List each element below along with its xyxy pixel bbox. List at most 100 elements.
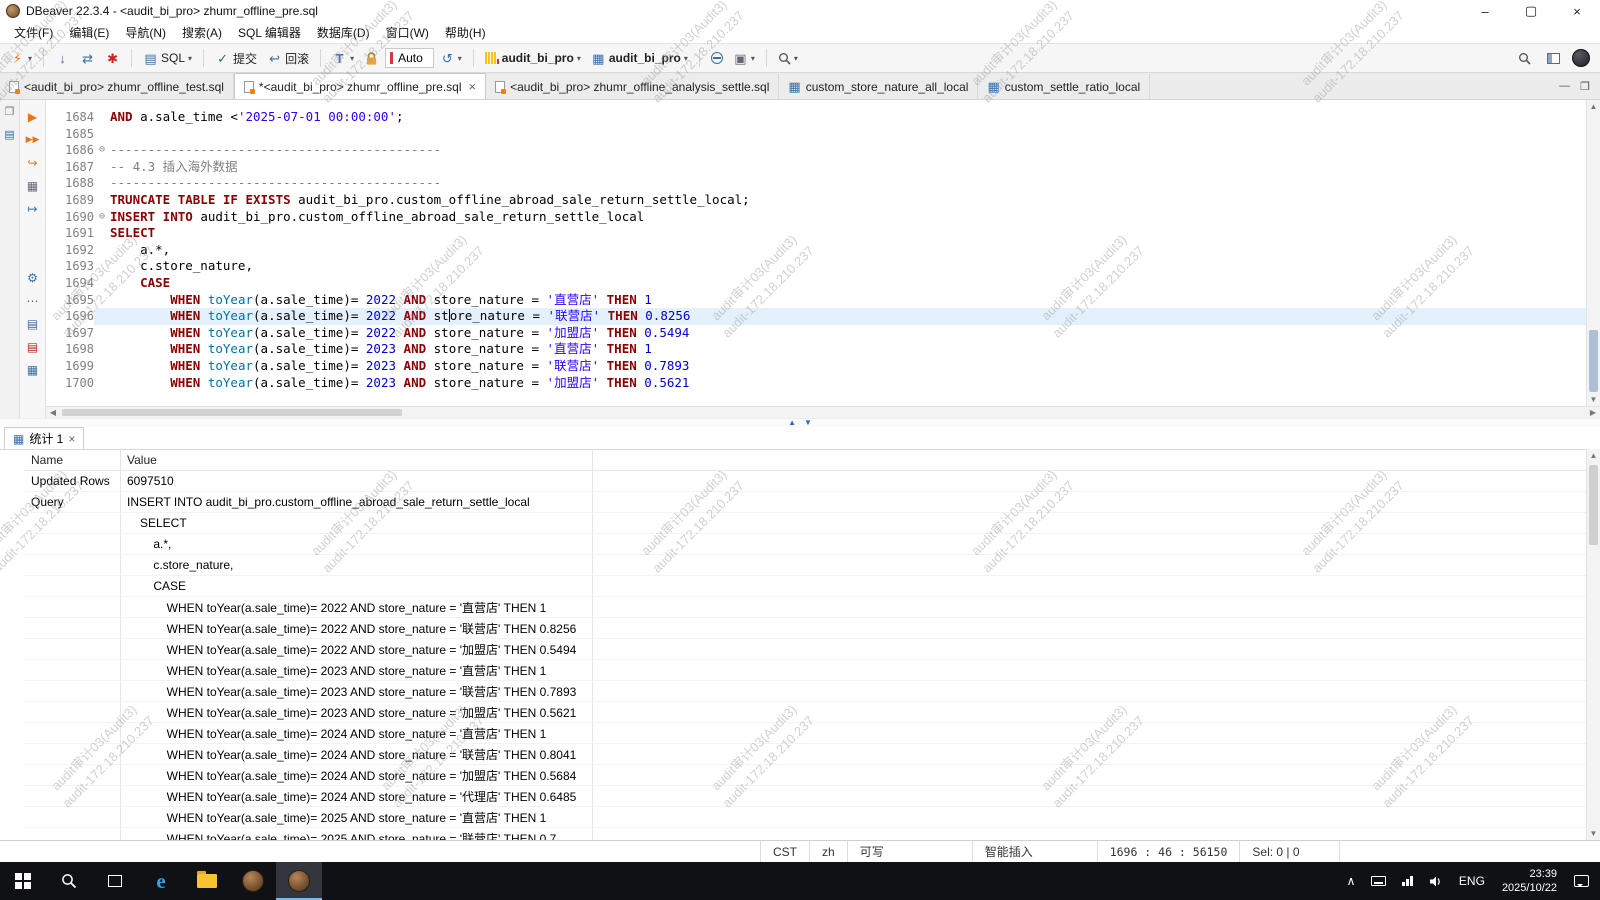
results-row[interactable]: WHEN toYear(a.sale_time)= 2024 AND store… [24, 744, 1600, 765]
minimize-view-icon[interactable]: — [1559, 80, 1570, 93]
input-mode-indicator[interactable]: 智能插入 [972, 841, 1097, 862]
volume-icon[interactable] [1422, 862, 1450, 900]
results-row[interactable]: WHEN toYear(a.sale_time)= 2022 AND store… [24, 618, 1600, 639]
restore-panel-icon[interactable]: ❐ [5, 105, 15, 118]
settings-gear-icon[interactable]: ⚙ [24, 269, 42, 286]
database-navigator-icon[interactable]: ▤ [4, 128, 14, 141]
transaction-log-button[interactable]: T ▾ [328, 46, 358, 70]
maximize-view-icon[interactable]: ❐ [1580, 80, 1590, 93]
sync-button[interactable]: ⇄ [76, 46, 99, 70]
input-language-indicator[interactable]: ENG [1452, 862, 1492, 900]
code-line[interactable]: 1690⊖INSERT INTO audit_bi_pro.custom_off… [46, 209, 1600, 226]
edge-button[interactable]: e [138, 862, 184, 900]
perspective-button[interactable] [1543, 46, 1564, 70]
fold-collapse-icon[interactable]: ⊖ [94, 142, 110, 159]
code-line[interactable]: 1689TRUNCATE TABLE IF EXISTS audit_bi_pr… [46, 192, 1600, 209]
download-button[interactable]: ↓ [51, 46, 74, 70]
close-button[interactable]: × [1554, 0, 1600, 22]
network-profile-button[interactable] [707, 46, 727, 70]
results-scroll-thumb[interactable] [1589, 465, 1598, 545]
quick-search-button[interactable] [1514, 46, 1535, 70]
lock-button[interactable] [360, 46, 383, 70]
execute-script-icon[interactable]: ▶▶ [24, 131, 42, 148]
code-line[interactable]: 1695 WHEN toYear(a.sale_time)= 2022 AND … [46, 292, 1600, 309]
selection-indicator[interactable]: Sel: 0 | 0 [1239, 841, 1339, 862]
results-row[interactable]: WHEN toYear(a.sale_time)= 2024 AND store… [24, 765, 1600, 786]
menu-item[interactable]: 搜索(A) [174, 22, 230, 43]
network-icon[interactable] [1395, 862, 1420, 900]
code-line[interactable]: 1686⊖-----------------------------------… [46, 142, 1600, 159]
code-line[interactable]: 1688------------------------------------… [46, 175, 1600, 192]
connection-selector[interactable]: audit_bi_pro ▾ [481, 46, 585, 70]
scroll-up-icon[interactable]: ▲ [1587, 449, 1600, 462]
unsaved-document-icon[interactable]: ▤ [24, 338, 42, 355]
app-pinned-button[interactable] [230, 862, 276, 900]
tab-close-icon[interactable]: × [469, 79, 477, 94]
write-mode-indicator[interactable]: 可写 [847, 841, 972, 862]
rollback-button[interactable]: ↩ 回滚 [263, 46, 313, 70]
transaction-mode-select[interactable]: Auto [385, 48, 434, 68]
sql-editor[interactable]: 1684AND a.sale_time <'2025-07-01 00:00:0… [46, 100, 1600, 418]
code-line[interactable]: 1700 WHEN toYear(a.sale_time)= 2023 AND … [46, 375, 1600, 392]
start-button[interactable] [0, 862, 46, 900]
code-line[interactable]: 1694 CASE [46, 275, 1600, 292]
editor-vertical-scrollbar[interactable]: ▲ ▼ [1586, 100, 1600, 406]
results-row[interactable]: SELECT [24, 513, 1600, 534]
taskbar-clock[interactable]: 23:39 2025/10/22 [1494, 867, 1565, 896]
script-document-icon[interactable]: ▤ [24, 315, 42, 332]
editor-horizontal-scrollbar[interactable]: ◀ ▶ [46, 406, 1600, 418]
profile-icon[interactable] [1572, 49, 1590, 67]
results-row[interactable]: WHEN toYear(a.sale_time)= 2024 AND store… [24, 786, 1600, 807]
code-line[interactable]: 1691SELECT [46, 225, 1600, 242]
results-row[interactable]: WHEN toYear(a.sale_time)= 2025 AND store… [24, 828, 1600, 840]
menu-item[interactable]: 文件(F) [6, 22, 61, 43]
locale-indicator[interactable]: zh [809, 841, 847, 862]
touch-keyboard-icon[interactable] [1364, 862, 1393, 900]
editor-tab[interactable]: ▦custom_settle_ratio_local [978, 74, 1150, 99]
sash-down-icon[interactable]: ▼ [804, 419, 812, 427]
sql-menu-button[interactable]: ▤ SQL ▾ [139, 46, 196, 70]
statistics-tab[interactable]: ▦ 统计 1 × [4, 427, 84, 449]
export-resultset-icon[interactable]: ↦ [24, 200, 42, 217]
search-menu-button[interactable]: ▾ [774, 46, 802, 70]
templates-document-icon[interactable]: ▦ [24, 361, 42, 378]
code-line[interactable]: 1692 a.*, [46, 242, 1600, 259]
editor-tab[interactable]: <audit_bi_pro> zhumr_offline_analysis_se… [486, 74, 779, 99]
results-row[interactable]: QueryINSERT INTO audit_bi_pro.custom_off… [24, 492, 1600, 513]
results-row[interactable]: WHEN toYear(a.sale_time)= 2023 AND store… [24, 660, 1600, 681]
tray-expand-icon[interactable]: ∧ [1340, 862, 1363, 900]
column-header-name[interactable]: Name [24, 450, 121, 470]
schema-selector[interactable]: ▦ audit_bi_pro ▾ [587, 46, 692, 70]
results-row[interactable]: WHEN toYear(a.sale_time)= 2024 AND store… [24, 723, 1600, 744]
editor-tab[interactable]: *<audit_bi_pro> zhumr_offline_pre.sql× [234, 73, 486, 99]
results-row[interactable]: WHEN toYear(a.sale_time)= 2025 AND store… [24, 807, 1600, 828]
maximize-button[interactable]: ▢ [1508, 0, 1554, 22]
results-row[interactable]: WHEN toYear(a.sale_time)= 2022 AND store… [24, 597, 1600, 618]
menu-item[interactable]: 编辑(E) [61, 22, 117, 43]
tab-close-icon[interactable]: × [68, 432, 75, 446]
scroll-right-icon[interactable]: ▶ [1586, 408, 1600, 417]
abort-button[interactable]: ✱ [101, 46, 124, 70]
code-line[interactable]: 1698 WHEN toYear(a.sale_time)= 2023 AND … [46, 341, 1600, 358]
menu-item[interactable]: 帮助(H) [437, 22, 494, 43]
editor-tab[interactable]: <audit_bi_pro> zhumr_offline_test.sql [0, 74, 234, 99]
results-row[interactable]: WHEN toYear(a.sale_time)= 2023 AND store… [24, 681, 1600, 702]
editor-results-sash[interactable]: ▲ ▼ [0, 418, 1600, 427]
column-header-value[interactable]: Value [121, 450, 593, 470]
horizontal-scroll-thumb[interactable] [62, 409, 402, 416]
task-view-button[interactable] [92, 862, 138, 900]
scroll-down-icon[interactable]: ▼ [1587, 827, 1600, 840]
menu-item[interactable]: 窗口(W) [378, 22, 437, 43]
caret-position[interactable]: 1696 : 46 : 56150 [1097, 841, 1240, 862]
results-row[interactable]: WHEN toYear(a.sale_time)= 2022 AND store… [24, 639, 1600, 660]
code-line[interactable]: 1699 WHEN toYear(a.sale_time)= 2023 AND … [46, 358, 1600, 375]
code-line[interactable]: 1697 WHEN toYear(a.sale_time)= 2022 AND … [46, 325, 1600, 342]
dbeaver-running-button[interactable] [276, 862, 322, 900]
execute-statement-icon[interactable]: ▶ [24, 108, 42, 125]
results-vertical-scrollbar[interactable]: ▲ ▼ [1586, 449, 1600, 840]
minimize-button[interactable]: – [1462, 0, 1508, 22]
taskbar-search-button[interactable] [46, 862, 92, 900]
editor-tab[interactable]: ▦custom_store_nature_all_local [779, 74, 978, 99]
diagram-button[interactable]: ▣ ▾ [729, 46, 759, 70]
action-center-button[interactable] [1567, 862, 1596, 900]
